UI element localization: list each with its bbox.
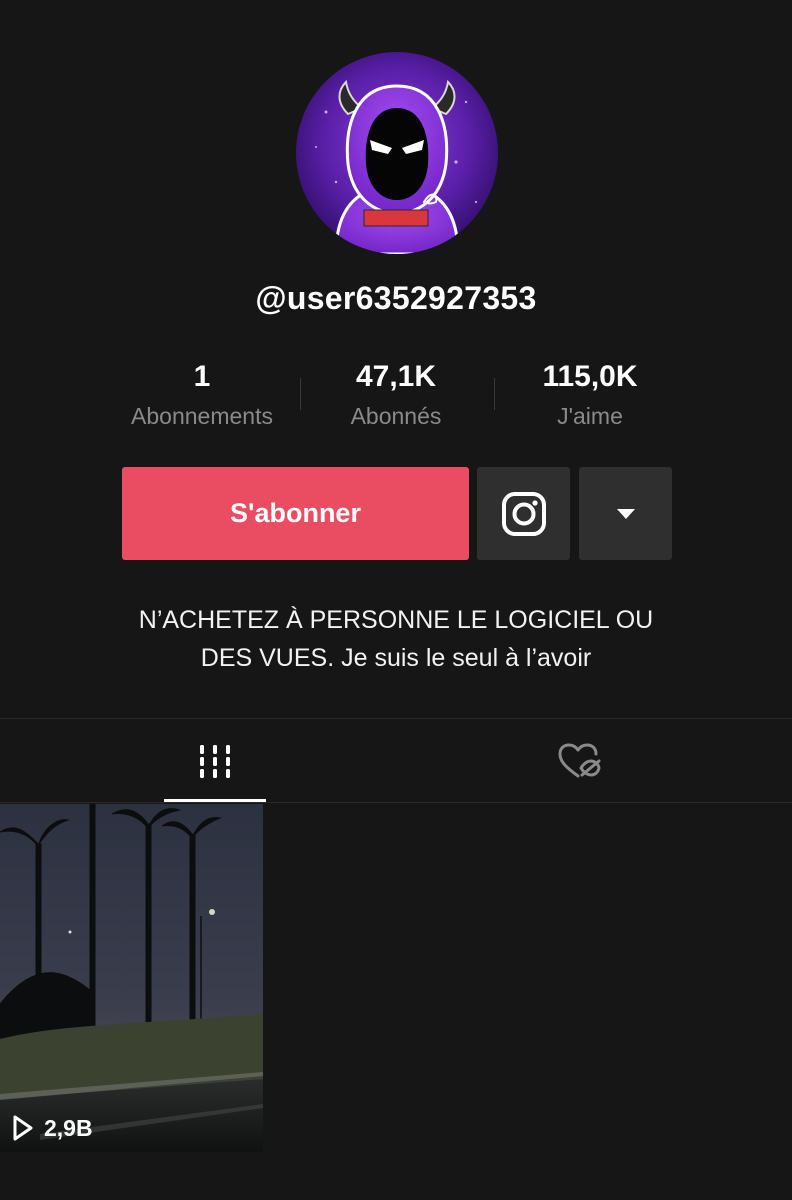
avatar[interactable] (296, 52, 498, 254)
follow-button[interactable]: S'abonner (122, 467, 469, 560)
night-street-thumbnail (0, 804, 263, 1152)
liked-hidden-icon (558, 743, 601, 778)
tab-videos[interactable] (164, 720, 266, 802)
bio-line: DES VUES. Je suis le seul à l’avoir (200, 644, 592, 672)
view-count: 2,9B (12, 1114, 93, 1142)
stat-likes-value: 115,0K (542, 360, 638, 393)
view-count-value: 2,9B (44, 1114, 93, 1141)
caret-down-icon (616, 508, 635, 519)
stat-followers-value: 47,1K (355, 360, 437, 393)
profile-page: @user6352927353 1 Abonnements 47,1K Abon… (0, 0, 792, 1200)
grid-icon (200, 745, 230, 778)
instagram-icon (501, 491, 546, 536)
stat-following[interactable]: 1 Abonnements (102, 358, 302, 436)
stat-following-value: 1 (193, 360, 211, 393)
stat-following-label: Abonnements (131, 403, 273, 429)
instagram-button[interactable] (477, 467, 570, 560)
divider (0, 802, 792, 803)
video-thumbnail[interactable]: 2,9B (0, 804, 263, 1152)
hooded-devil-avatar-icon (296, 52, 498, 254)
play-icon (13, 1115, 33, 1141)
stat-followers[interactable]: 47,1K Abonnés (296, 358, 496, 436)
stat-likes[interactable]: 115,0K J'aime (490, 358, 690, 436)
more-options-button[interactable] (579, 467, 672, 560)
bio-line: N’ACHETEZ À PERSONNE LE LOGICIEL OU (138, 606, 654, 634)
bio: N’ACHETEZ À PERSONNE LE LOGICIEL OU DES … (60, 601, 732, 677)
divider (0, 718, 792, 719)
stat-likes-label: J'aime (557, 403, 623, 429)
username: @user6352927353 (255, 280, 537, 316)
stat-followers-label: Abonnés (350, 403, 442, 429)
tab-liked[interactable] (528, 720, 630, 802)
